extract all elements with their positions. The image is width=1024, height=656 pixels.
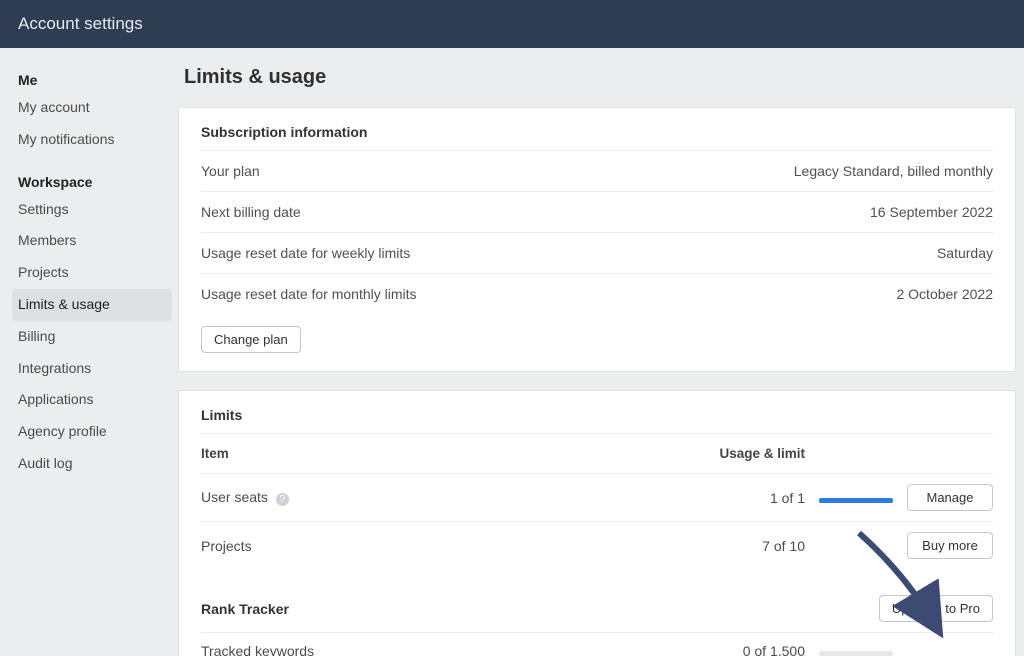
rank-tracker-label: Rank Tracker — [201, 601, 289, 617]
sidebar-item-billing[interactable]: Billing — [12, 321, 172, 353]
limits-card: Limits Item Usage & limit User seats ? 1… — [178, 390, 1016, 656]
sidebar-item-settings[interactable]: Settings — [12, 194, 172, 226]
subscription-row-next-billing: Next billing date 16 September 2022 — [201, 191, 993, 232]
row-label: Usage reset date for weekly limits — [201, 245, 410, 261]
row-label: Next billing date — [201, 204, 301, 220]
sidebar-section-me: Me — [12, 68, 172, 92]
row-value: Legacy Standard, billed monthly — [794, 163, 993, 179]
row-label: Your plan — [201, 163, 260, 179]
sidebar-item-applications[interactable]: Applications — [12, 384, 172, 416]
subscription-row-weekly-reset: Usage reset date for weekly limits Satur… — [201, 232, 993, 273]
usage-bar — [819, 498, 893, 503]
buy-more-button[interactable]: Buy more — [907, 532, 993, 559]
col-item-header: Item — [201, 446, 589, 461]
sidebar-item-members[interactable]: Members — [12, 225, 172, 257]
limit-usage: 7 of 10 — [589, 538, 819, 554]
limits-card-title: Limits — [201, 391, 993, 433]
topbar-title: Account settings — [18, 14, 143, 33]
limit-row-tracked-keywords: Tracked keywords 0 of 1,500 — [201, 632, 993, 656]
sidebar-item-limits-usage[interactable]: Limits & usage — [12, 289, 172, 321]
topbar: Account settings — [0, 0, 1024, 48]
limit-item-label: Projects — [201, 538, 589, 554]
subscription-card-title: Subscription information — [201, 108, 993, 150]
usage-bar — [819, 651, 893, 656]
help-icon[interactable]: ? — [276, 493, 289, 506]
limit-usage: 0 of 1,500 — [589, 643, 819, 656]
page-title: Limits & usage — [184, 66, 1016, 89]
row-label: Usage reset date for monthly limits — [201, 286, 417, 302]
limits-header-row: Item Usage & limit — [201, 433, 993, 473]
subscription-row-plan: Your plan Legacy Standard, billed monthl… — [201, 150, 993, 191]
limit-usage: 1 of 1 — [589, 490, 819, 506]
rank-tracker-section: Rank Tracker Upgrade to Pro — [201, 569, 993, 632]
row-value: 2 October 2022 — [896, 286, 993, 302]
limit-item-label: User seats — [201, 489, 268, 505]
sidebar-section-workspace: Workspace — [12, 170, 172, 194]
limit-item-label: Tracked keywords — [201, 643, 589, 656]
change-plan-button[interactable]: Change plan — [201, 326, 301, 353]
sidebar-item-agency-profile[interactable]: Agency profile — [12, 416, 172, 448]
sidebar-item-my-account[interactable]: My account — [12, 92, 172, 124]
sidebar-item-projects[interactable]: Projects — [12, 257, 172, 289]
sidebar: Me My account My notifications Workspace… — [0, 48, 178, 656]
limit-row-projects: Projects 7 of 10 Buy more — [201, 521, 993, 569]
main-content: Limits & usage Subscription information … — [178, 48, 1024, 656]
limit-row-user-seats: User seats ? 1 of 1 Manage — [201, 473, 993, 521]
subscription-row-monthly-reset: Usage reset date for monthly limits 2 Oc… — [201, 273, 993, 314]
sidebar-item-my-notifications[interactable]: My notifications — [12, 124, 172, 156]
upgrade-to-pro-button[interactable]: Upgrade to Pro — [879, 595, 993, 622]
manage-button[interactable]: Manage — [907, 484, 993, 511]
sidebar-item-audit-log[interactable]: Audit log — [12, 448, 172, 480]
row-value: Saturday — [937, 245, 993, 261]
col-usage-header: Usage & limit — [589, 446, 819, 461]
sidebar-item-integrations[interactable]: Integrations — [12, 353, 172, 385]
subscription-card: Subscription information Your plan Legac… — [178, 107, 1016, 372]
row-value: 16 September 2022 — [870, 204, 993, 220]
